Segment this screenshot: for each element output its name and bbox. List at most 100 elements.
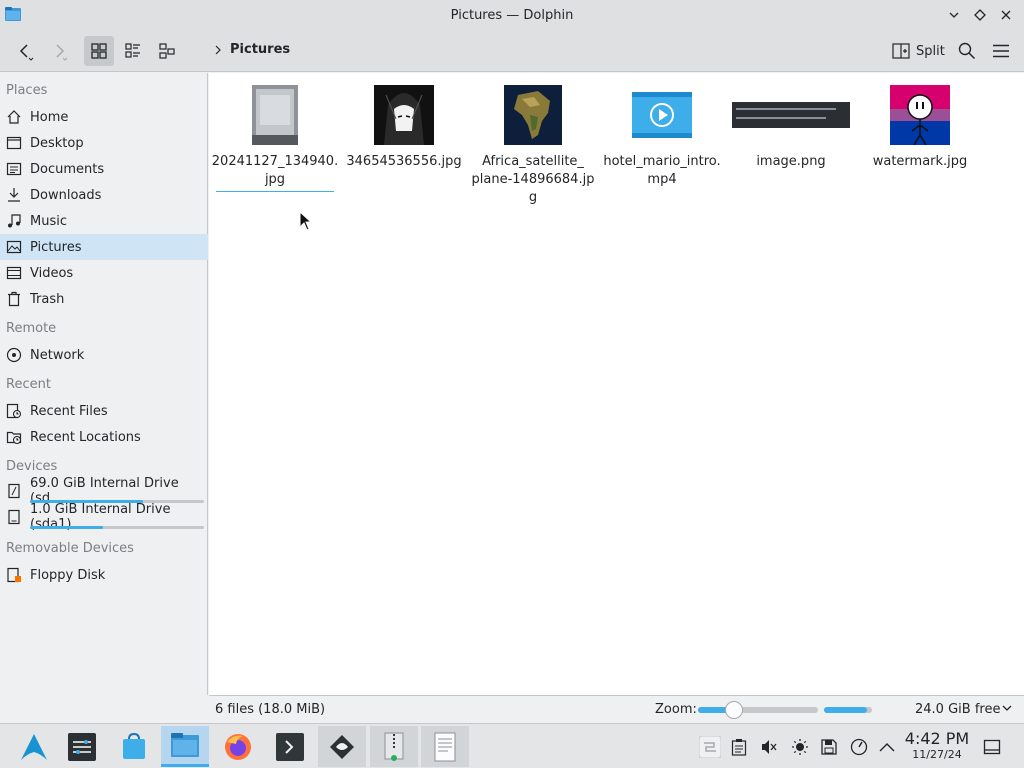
file-item[interactable]: image.png — [727, 83, 855, 171]
diamond-icon — [974, 9, 986, 21]
file-name: hotel_mario_intro. — [603, 154, 721, 169]
clipboard-tray[interactable] — [729, 737, 749, 757]
sidebar-item-label: Downloads — [30, 187, 102, 203]
close-button[interactable] — [996, 5, 1016, 25]
search-button[interactable] — [952, 36, 982, 66]
forward-arrow-icon — [56, 44, 68, 61]
sidebar-item-label: Music — [30, 213, 67, 229]
tree-view-icon — [159, 43, 175, 59]
videos-icon — [6, 265, 22, 281]
forward-button[interactable] — [44, 36, 74, 66]
brightness-tray[interactable] — [790, 737, 810, 757]
desktop-icon — [6, 135, 22, 151]
free-space-label[interactable]: 24.0 GiB free — [915, 702, 1000, 717]
dolphin-folder-icon — [171, 733, 199, 757]
file-name: image.png — [756, 154, 826, 169]
places-panel: Places Home Desktop Documents Downloads … — [0, 73, 208, 695]
show-hidden-tray-button[interactable] — [877, 737, 897, 757]
volume-tray[interactable] — [759, 737, 779, 757]
breadcrumb[interactable]: Pictures — [214, 42, 290, 57]
drive-icon — [6, 483, 22, 499]
maximize-button[interactable] — [970, 5, 990, 25]
details-view-button[interactable] — [152, 36, 182, 66]
sidebar-item-documents[interactable]: Documents — [0, 156, 208, 182]
file-name: watermark.jpg — [872, 154, 968, 169]
file-item[interactable]: hotel_mario_intro. mp4 — [598, 83, 726, 189]
chevron-down-icon[interactable] — [1001, 702, 1013, 714]
sidebar-item-label: Videos — [30, 265, 74, 281]
sidebar-item-home[interactable]: Home — [0, 104, 208, 130]
grid-view-icon — [91, 43, 107, 59]
places-header: Places — [6, 83, 48, 98]
task-discover[interactable] — [110, 726, 158, 767]
file-count: 6 files (18.0 MiB) — [215, 702, 326, 717]
sidebar-item-label: Home — [30, 109, 69, 125]
file-view[interactable]: 20241127_134940. jpg 34654536556.jpg Afr… — [209, 73, 1024, 695]
file-item[interactable]: Africa_satellite_ plane-14896684.jpg — [469, 83, 597, 207]
brightness-icon — [792, 739, 808, 755]
task-text-editor[interactable] — [421, 726, 469, 767]
drive-usage-bar — [30, 526, 204, 529]
zoom-slider-handle[interactable] — [725, 701, 743, 719]
sidebar-item-recent-locations[interactable]: Recent Locations — [0, 424, 208, 450]
focus-underline — [216, 191, 334, 192]
task-firefox[interactable] — [214, 726, 262, 767]
remote-header: Remote — [6, 321, 57, 336]
task-settings[interactable] — [58, 726, 106, 767]
sidebar-item-label: Recent Locations — [30, 429, 141, 445]
task-dolphin[interactable] — [161, 726, 209, 767]
recent-header: Recent — [6, 377, 51, 392]
application-launcher[interactable] — [10, 726, 58, 767]
sidebar-item-label: Documents — [30, 161, 105, 177]
split-label: Split — [916, 43, 945, 59]
performance-tray[interactable] — [849, 737, 869, 757]
steam-icon — [699, 736, 721, 758]
trash-icon — [6, 291, 22, 307]
breadcrumb-current[interactable]: Pictures — [230, 42, 290, 57]
task-app-6[interactable] — [318, 726, 366, 767]
sidebar-item-network[interactable]: Network — [0, 342, 208, 368]
sidebar-item-label: Pictures — [30, 239, 82, 255]
pictures-icon — [6, 239, 22, 255]
split-button[interactable]: Split — [888, 36, 949, 66]
show-desktop-button[interactable] — [982, 737, 1002, 757]
sidebar-item-recent-files[interactable]: Recent Files — [0, 398, 208, 424]
sidebar-item-floppy[interactable]: Floppy Disk — [0, 562, 208, 588]
steam-tray[interactable] — [698, 736, 722, 758]
sidebar-item-pictures[interactable]: Pictures — [0, 234, 208, 260]
file-item[interactable]: 34654536556.jpg — [340, 83, 468, 171]
sidebar-item-videos[interactable]: Videos — [0, 260, 208, 286]
screenshot-thumbnail — [732, 83, 850, 147]
digital-clock[interactable]: 4:42 PM 11/27/24 — [904, 730, 970, 762]
video-file-icon — [632, 83, 692, 147]
zoom-label: Zoom: — [655, 702, 697, 717]
africa-thumbnail — [504, 83, 562, 147]
free-space-bar — [824, 707, 872, 713]
storage-tray[interactable] — [819, 737, 839, 757]
back-button[interactable] — [10, 36, 40, 66]
sidebar-item-label: Recent Files — [30, 403, 108, 419]
terminal-icon — [276, 732, 304, 761]
dolphin-app-icon — [5, 7, 21, 21]
zoom-slider[interactable] — [698, 701, 818, 719]
file-item[interactable]: 20241127_134940. jpg — [211, 83, 339, 192]
file-item[interactable]: watermark.jpg — [856, 83, 984, 171]
minimize-button[interactable] — [944, 5, 964, 25]
sidebar-item-music[interactable]: Music — [0, 208, 208, 234]
hamburger-menu-button[interactable] — [986, 36, 1016, 66]
sidebar-item-desktop[interactable]: Desktop — [0, 130, 208, 156]
sidebar-item-trash[interactable]: Trash — [0, 286, 208, 312]
file-name-ext: mp4 — [647, 172, 677, 187]
watermark-thumbnail — [890, 83, 950, 147]
compact-view-button[interactable] — [118, 36, 148, 66]
floppy-icon — [6, 567, 22, 583]
icons-view-button[interactable] — [84, 36, 114, 66]
devices-header: Devices — [6, 459, 58, 474]
sidebar-item-label: Network — [30, 347, 85, 363]
sidebar-item-downloads[interactable]: Downloads — [0, 182, 208, 208]
mouse-cursor-icon — [299, 211, 313, 231]
task-terminal[interactable] — [266, 726, 314, 767]
task-archive[interactable] — [370, 726, 418, 767]
arch-launcher-icon — [21, 733, 47, 760]
recent-files-icon — [6, 403, 22, 419]
